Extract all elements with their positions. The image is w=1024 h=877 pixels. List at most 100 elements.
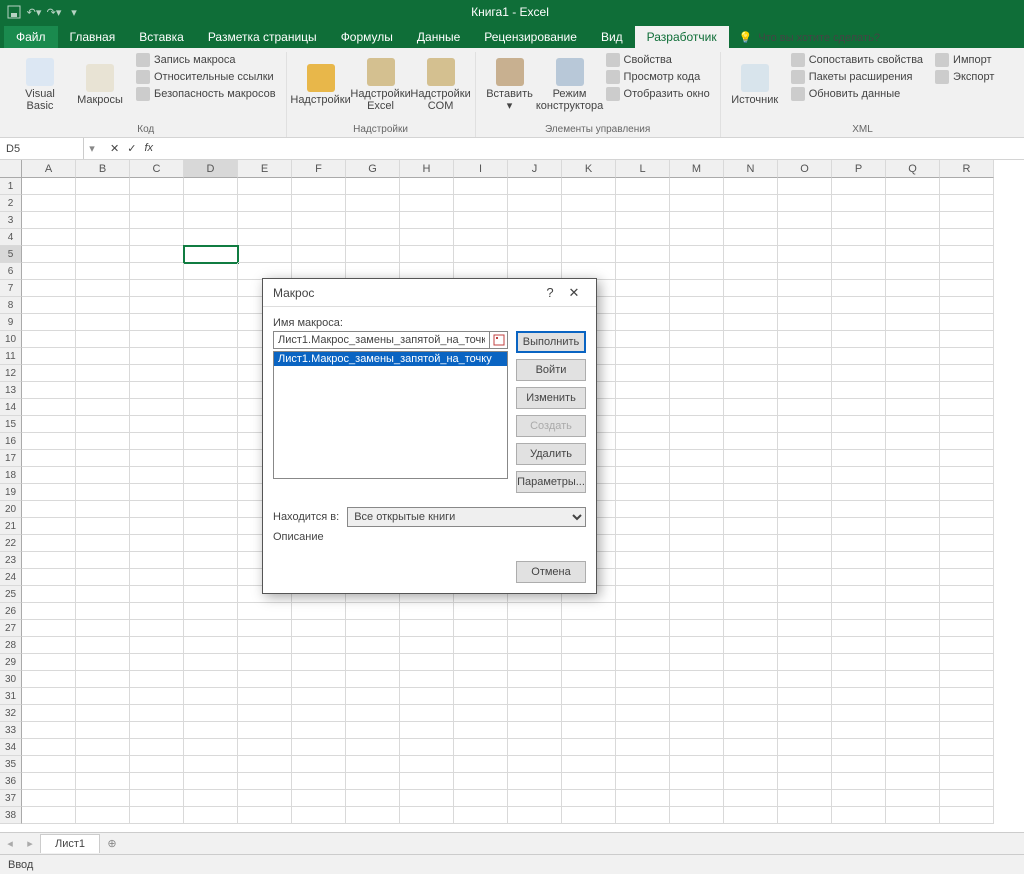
row-header[interactable]: 37 — [0, 790, 22, 807]
cell[interactable] — [832, 569, 886, 586]
cell[interactable] — [130, 297, 184, 314]
cell[interactable] — [940, 552, 994, 569]
cell[interactable] — [886, 314, 940, 331]
cell[interactable] — [670, 671, 724, 688]
cell[interactable] — [76, 212, 130, 229]
cell[interactable] — [400, 739, 454, 756]
cell[interactable] — [670, 756, 724, 773]
cell[interactable] — [940, 705, 994, 722]
sheet-nav-next-icon[interactable]: ▸ — [20, 837, 40, 850]
cell[interactable] — [238, 756, 292, 773]
cell[interactable] — [670, 195, 724, 212]
cell[interactable] — [832, 433, 886, 450]
cell[interactable] — [670, 399, 724, 416]
cell[interactable] — [616, 178, 670, 195]
cell[interactable] — [508, 637, 562, 654]
cell[interactable] — [76, 518, 130, 535]
cancel-button[interactable]: Отмена — [516, 561, 586, 583]
cell[interactable] — [184, 688, 238, 705]
cell[interactable] — [724, 365, 778, 382]
cell[interactable] — [616, 450, 670, 467]
cell[interactable] — [130, 756, 184, 773]
cell[interactable] — [832, 178, 886, 195]
col-header[interactable]: H — [400, 160, 454, 178]
cell[interactable] — [292, 722, 346, 739]
cell[interactable] — [724, 195, 778, 212]
cell[interactable] — [670, 433, 724, 450]
cell[interactable] — [886, 365, 940, 382]
cell[interactable] — [22, 382, 76, 399]
cell[interactable] — [22, 178, 76, 195]
cell[interactable] — [454, 620, 508, 637]
cell[interactable] — [778, 178, 832, 195]
cell[interactable] — [724, 212, 778, 229]
cell[interactable] — [940, 722, 994, 739]
cell[interactable] — [886, 637, 940, 654]
cell[interactable] — [886, 688, 940, 705]
cell[interactable] — [778, 450, 832, 467]
tab-layout[interactable]: Разметка страницы — [196, 26, 329, 48]
cell[interactable] — [832, 212, 886, 229]
name-box-dropdown-icon[interactable]: ▾ — [84, 142, 100, 155]
cell[interactable] — [184, 620, 238, 637]
cell[interactable] — [400, 229, 454, 246]
row-header[interactable]: 29 — [0, 654, 22, 671]
cell[interactable] — [22, 790, 76, 807]
cell[interactable] — [238, 671, 292, 688]
cell[interactable] — [22, 620, 76, 637]
cell[interactable] — [292, 195, 346, 212]
cell[interactable] — [724, 790, 778, 807]
cell[interactable] — [508, 773, 562, 790]
cell[interactable] — [616, 739, 670, 756]
cell[interactable] — [130, 450, 184, 467]
cell[interactable] — [76, 297, 130, 314]
cell[interactable] — [76, 552, 130, 569]
cell[interactable] — [778, 518, 832, 535]
cell[interactable] — [130, 603, 184, 620]
col-header[interactable]: M — [670, 160, 724, 178]
cell[interactable] — [940, 365, 994, 382]
row-header[interactable]: 15 — [0, 416, 22, 433]
cell[interactable] — [832, 535, 886, 552]
cell[interactable] — [292, 229, 346, 246]
col-header[interactable]: I — [454, 160, 508, 178]
cell[interactable] — [508, 654, 562, 671]
location-select[interactable]: Все открытые книги — [347, 507, 586, 527]
cell[interactable] — [22, 348, 76, 365]
cell[interactable] — [940, 535, 994, 552]
cell[interactable] — [292, 688, 346, 705]
cell[interactable] — [940, 688, 994, 705]
undo-icon[interactable]: ↶▾ — [26, 4, 42, 20]
cell[interactable] — [508, 229, 562, 246]
cell[interactable] — [670, 263, 724, 280]
cell[interactable] — [508, 603, 562, 620]
cell[interactable] — [832, 603, 886, 620]
cell[interactable] — [238, 178, 292, 195]
cell[interactable] — [886, 263, 940, 280]
cell[interactable] — [724, 229, 778, 246]
cell[interactable] — [454, 671, 508, 688]
cell[interactable] — [400, 246, 454, 263]
cell[interactable] — [76, 382, 130, 399]
cell[interactable] — [292, 178, 346, 195]
new-sheet-button[interactable]: ⊕ — [100, 837, 124, 850]
cell[interactable] — [886, 501, 940, 518]
cell[interactable] — [238, 688, 292, 705]
cell[interactable] — [832, 807, 886, 824]
cell[interactable] — [886, 773, 940, 790]
cell[interactable] — [76, 688, 130, 705]
cell[interactable] — [886, 467, 940, 484]
cell[interactable] — [292, 637, 346, 654]
cell[interactable] — [724, 603, 778, 620]
row-header[interactable]: 30 — [0, 671, 22, 688]
cell[interactable] — [886, 229, 940, 246]
cell[interactable] — [508, 739, 562, 756]
cell[interactable] — [778, 467, 832, 484]
row-header[interactable]: 6 — [0, 263, 22, 280]
row-header[interactable]: 36 — [0, 773, 22, 790]
cell[interactable] — [562, 212, 616, 229]
cell[interactable] — [724, 297, 778, 314]
cell[interactable] — [724, 416, 778, 433]
cell[interactable] — [778, 688, 832, 705]
row-header[interactable]: 35 — [0, 756, 22, 773]
